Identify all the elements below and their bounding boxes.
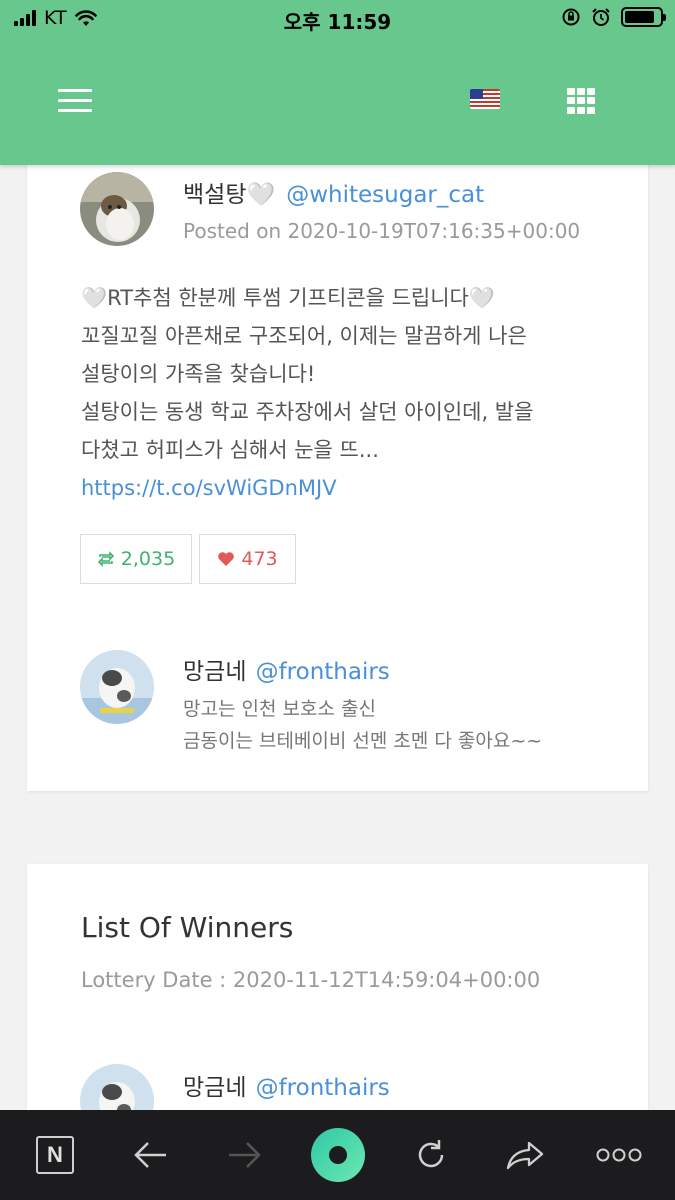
share-button[interactable] bbox=[480, 1110, 570, 1200]
reload-icon bbox=[418, 1140, 444, 1168]
host-line: 망금네 @fronthairs bbox=[183, 652, 390, 686]
hamburger-icon[interactable] bbox=[58, 89, 92, 113]
host-bio-line: 금동이는 브테베이비 선멘 초멘 다 좋아요~~ bbox=[183, 730, 543, 752]
tweet-text-line: 🤍RT추첨 한분께 투썸 기프티콘을 드립니다🤍 bbox=[81, 286, 496, 310]
winners-title: List Of Winners bbox=[81, 911, 294, 944]
more-button[interactable] bbox=[574, 1110, 664, 1200]
back-arrow-icon bbox=[134, 1142, 166, 1168]
host-name: 망금네 bbox=[183, 659, 247, 685]
tweet-text-line: 설탕이의 가족을 찾습니다! bbox=[81, 362, 316, 386]
tweet-text: 🤍RT추첨 한분께 투썸 기프티콘을 드립니다🤍 꼬질꼬질 아픈채로 구조되어,… bbox=[81, 279, 611, 507]
home-icon bbox=[311, 1128, 365, 1182]
host-handle[interactable]: @fronthairs bbox=[256, 659, 390, 685]
tweet-text-line: 설탕이는 동생 학교 주차장에서 살던 아이인데, 발을 bbox=[81, 400, 534, 424]
author-handle[interactable]: @whitesugar_cat bbox=[286, 182, 484, 208]
tweet-text-line: 꼬질꼬질 아픈채로 구조되어, 이제는 말끔하게 나은 bbox=[81, 324, 527, 348]
n-logo-button[interactable]: N bbox=[10, 1110, 100, 1200]
winner-handle[interactable]: @fronthairs bbox=[256, 1075, 390, 1101]
post-date: Posted on 2020-10-19T07:16:35+00:00 bbox=[183, 219, 581, 243]
grid-icon[interactable] bbox=[567, 88, 595, 114]
app-header bbox=[0, 36, 675, 165]
retweet-icon bbox=[97, 551, 114, 567]
tweet-link[interactable]: https://t.co/svWiGDnMJV bbox=[81, 469, 611, 507]
forward-arrow-icon bbox=[229, 1142, 261, 1168]
reload-button[interactable] bbox=[386, 1110, 476, 1200]
author-line: 백설탕🤍 @whitesugar_cat bbox=[183, 175, 484, 209]
retweet-count: 2,035 bbox=[120, 548, 176, 570]
winner-line: 망금네 @fronthairs bbox=[183, 1068, 390, 1102]
heart-icon bbox=[218, 552, 235, 566]
like-button[interactable]: 473 bbox=[199, 534, 296, 584]
author-avatar[interactable] bbox=[80, 172, 154, 246]
us-flag-icon[interactable] bbox=[470, 89, 500, 109]
author-name: 백설탕🤍 bbox=[183, 182, 276, 208]
n-logo-icon: N bbox=[36, 1136, 74, 1174]
rotation-lock-icon bbox=[562, 8, 580, 26]
winner-name: 망금네 bbox=[183, 1075, 247, 1101]
back-button[interactable] bbox=[105, 1110, 195, 1200]
status-right bbox=[561, 7, 666, 27]
host-avatar[interactable] bbox=[80, 650, 154, 724]
lottery-date: Lottery Date : 2020-11-12T14:59:04+00:00 bbox=[81, 968, 541, 992]
battery-fill bbox=[625, 11, 654, 23]
status-bar: KT 오후 11:59 bbox=[0, 0, 675, 36]
browser-toolbar: N bbox=[0, 1110, 675, 1200]
home-button[interactable] bbox=[293, 1110, 383, 1200]
share-icon bbox=[506, 1141, 544, 1170]
tweet-text-line: 다쳤고 허피스가 심해서 눈을 뜨... bbox=[81, 438, 379, 462]
more-icon bbox=[596, 1148, 642, 1162]
host-bio-line: 망고는 인천 보호소 출신 bbox=[183, 698, 376, 720]
retweet-button[interactable]: 2,035 bbox=[80, 534, 192, 584]
like-count: 473 bbox=[241, 548, 278, 570]
host-bio: 망고는 인천 보호소 출신 금동이는 브테베이비 선멘 초멘 다 좋아요~~ bbox=[183, 693, 542, 757]
battery-icon bbox=[621, 7, 666, 27]
tweet-card: 백설탕🤍 @whitesugar_cat Posted on 2020-10-1… bbox=[27, 140, 648, 791]
alarm-icon bbox=[592, 8, 610, 26]
forward-button[interactable] bbox=[200, 1110, 290, 1200]
